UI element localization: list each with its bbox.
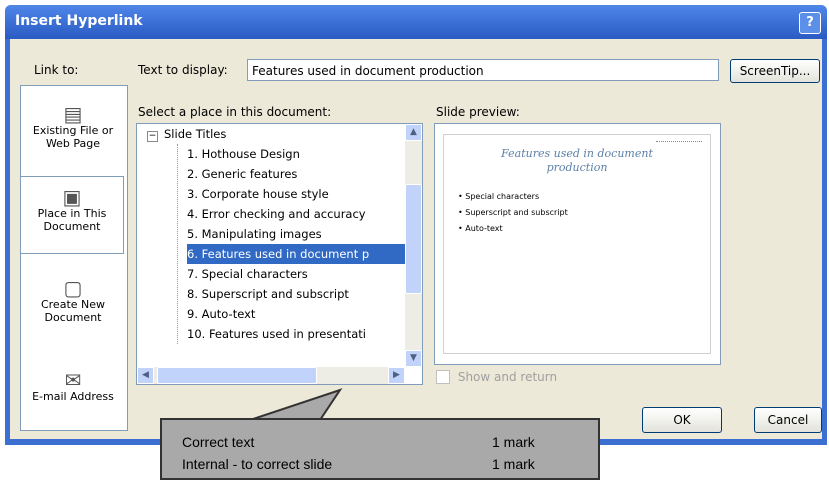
callout-text: Correct text: [182, 434, 255, 450]
callout-row: Internal - to correct slide 1 mark: [182, 456, 535, 472]
callout-text: Internal - to correct slide: [182, 456, 333, 472]
marking-callout: Correct text 1 mark Internal - to correc…: [160, 418, 600, 480]
callout-pointer: [249, 388, 343, 421]
callout-marks: 1 mark: [492, 456, 535, 472]
callout-marks: 1 mark: [492, 434, 535, 450]
callout-arrow: [249, 388, 343, 421]
callout-row: Correct text 1 mark: [182, 434, 535, 450]
